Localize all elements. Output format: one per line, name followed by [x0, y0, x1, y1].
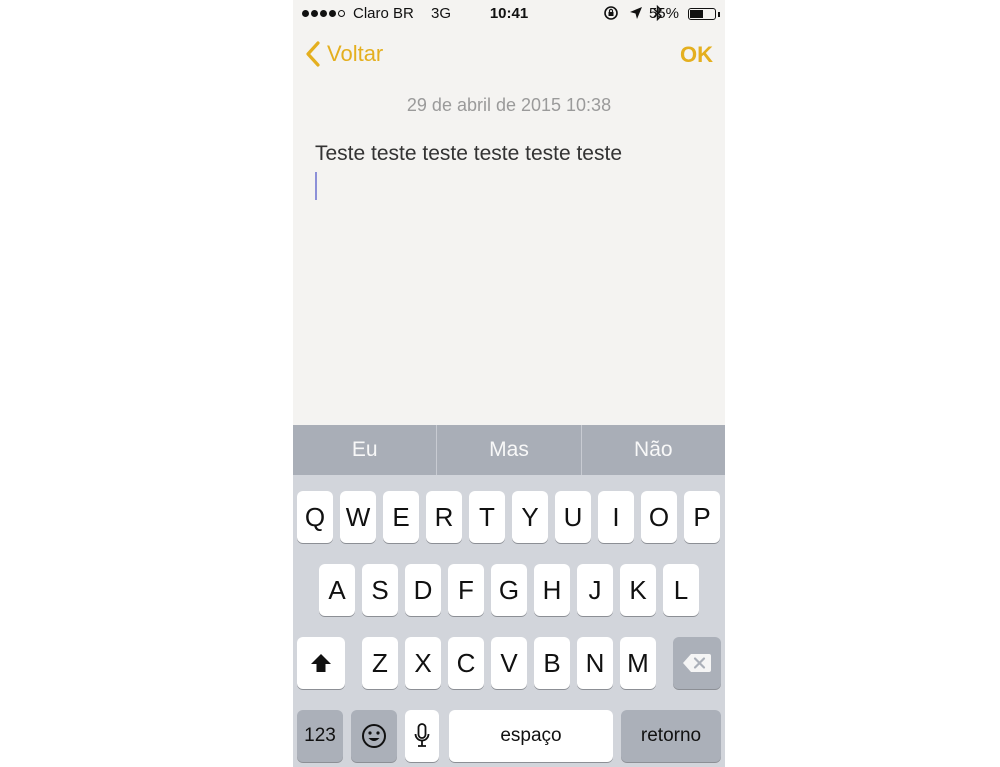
microphone-icon: [414, 723, 430, 747]
return-key[interactable]: retorno: [621, 710, 721, 762]
suggestion-2[interactable]: Mas: [437, 425, 582, 475]
key-x[interactable]: X: [405, 637, 441, 689]
text-cursor: [315, 172, 317, 200]
key-b[interactable]: B: [534, 637, 570, 689]
key-e[interactable]: E: [383, 491, 419, 543]
status-bar: Claro BR 3G 10:41 55%: [293, 0, 725, 30]
battery-icon: [688, 8, 716, 20]
key-z[interactable]: Z: [362, 637, 398, 689]
key-k[interactable]: K: [620, 564, 656, 616]
delete-key[interactable]: [673, 637, 721, 689]
key-q[interactable]: Q: [297, 491, 333, 543]
numbers-key[interactable]: 123: [297, 710, 343, 762]
done-button[interactable]: OK: [680, 42, 713, 68]
key-a[interactable]: A: [319, 564, 355, 616]
keyboard: Q W E R T Y U I O P A S D F G H J K L Z …: [293, 475, 725, 767]
suggestion-1[interactable]: Eu: [293, 425, 438, 475]
key-r[interactable]: R: [426, 491, 462, 543]
battery-percent: 55%: [648, 5, 679, 22]
rotation-lock-icon: [604, 6, 618, 20]
chevron-left-icon: [306, 41, 320, 67]
navigation-bar: Voltar OK: [293, 30, 725, 82]
dictation-key[interactable]: [405, 710, 439, 762]
back-button[interactable]: Voltar: [305, 40, 383, 68]
key-y[interactable]: Y: [512, 491, 548, 543]
battery-level-fill: [690, 10, 703, 18]
notes-screen: Claro BR 3G 10:41 55% Voltar OK 29 de ab…: [293, 0, 725, 767]
key-g[interactable]: G: [491, 564, 527, 616]
key-t[interactable]: T: [469, 491, 505, 543]
key-w[interactable]: W: [340, 491, 376, 543]
key-s[interactable]: S: [362, 564, 398, 616]
key-c[interactable]: C: [448, 637, 484, 689]
emoji-icon: [362, 724, 386, 748]
shift-key[interactable]: [297, 637, 345, 689]
emoji-key[interactable]: [351, 710, 397, 762]
key-j[interactable]: J: [577, 564, 613, 616]
note-text-area[interactable]: Teste teste teste teste teste teste: [315, 142, 705, 166]
key-d[interactable]: D: [405, 564, 441, 616]
shift-arrow-icon: [311, 654, 331, 672]
key-l[interactable]: L: [663, 564, 699, 616]
predictive-text-bar: Eu Mas Não: [293, 425, 725, 475]
key-v[interactable]: V: [491, 637, 527, 689]
back-button-label: Voltar: [327, 41, 384, 66]
key-h[interactable]: H: [534, 564, 570, 616]
key-f[interactable]: F: [448, 564, 484, 616]
suggestion-3[interactable]: Não: [582, 425, 725, 475]
key-o[interactable]: O: [641, 491, 677, 543]
key-i[interactable]: I: [598, 491, 634, 543]
key-m[interactable]: M: [620, 637, 656, 689]
note-date: 29 de abril de 2015 10:38: [406, 95, 612, 115]
key-u[interactable]: U: [555, 491, 591, 543]
backspace-icon: [683, 654, 711, 672]
space-key[interactable]: espaço: [449, 710, 613, 762]
key-n[interactable]: N: [577, 637, 613, 689]
key-p[interactable]: P: [684, 491, 720, 543]
location-arrow-icon: [630, 7, 642, 19]
